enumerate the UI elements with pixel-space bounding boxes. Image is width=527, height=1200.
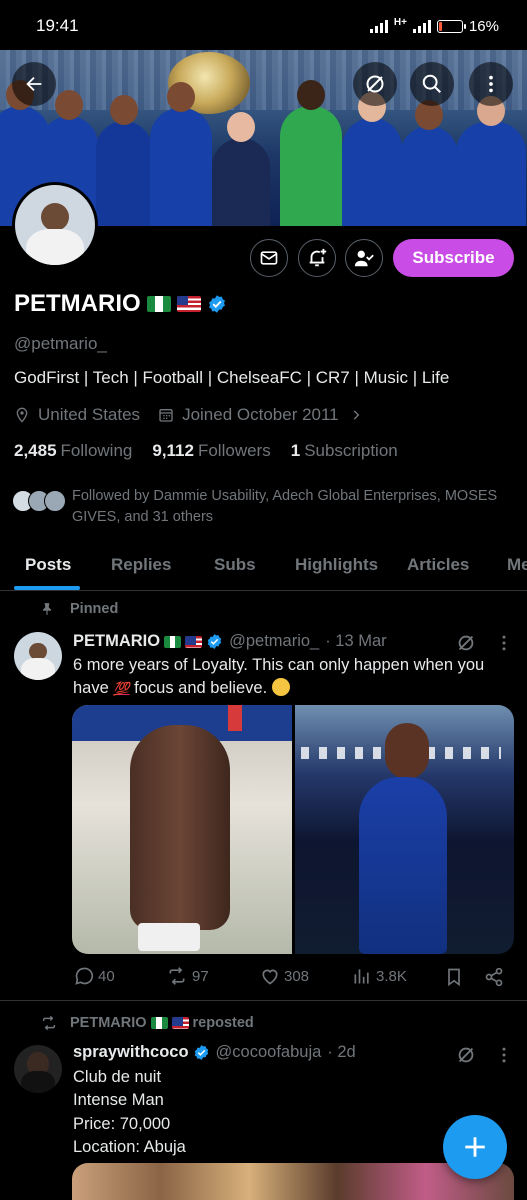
post-media[interactable] — [72, 705, 514, 954]
repost-icon — [42, 1015, 56, 1031]
person-check-icon — [354, 250, 374, 267]
location-pin-icon — [16, 407, 28, 423]
nigeria-flag-icon — [164, 635, 182, 648]
status-time: 19:41 — [36, 16, 79, 35]
follower-avatars — [12, 490, 66, 512]
post-date: · 2d — [327, 1043, 356, 1061]
post-handle: @petmario_ — [229, 632, 320, 650]
network-type: H+ — [393, 16, 407, 28]
usa-flag-icon — [171, 1017, 189, 1029]
pin-icon — [42, 603, 52, 615]
profile-joined: Joined October 2011 — [182, 405, 339, 424]
tab-media[interactable]: Me — [507, 555, 527, 575]
grok-button[interactable] — [353, 62, 397, 106]
status-bar: 19:41 H+ 16% — [0, 0, 527, 52]
tab-highlights[interactable]: Highlights — [295, 555, 378, 575]
grok-icon[interactable] — [455, 632, 477, 654]
hundred-points-emoji: 💯 — [113, 681, 130, 697]
like-button[interactable]: 308 — [260, 966, 309, 986]
more-options-button[interactable] — [469, 62, 513, 106]
views-button[interactable]: 3.8K — [352, 966, 407, 986]
grok-icon[interactable] — [455, 1044, 477, 1066]
search-icon — [422, 74, 441, 93]
profile-name: PETMARIO — [14, 290, 227, 318]
tab-subs[interactable]: Subs — [214, 555, 256, 575]
post-header: spraywithcoco @cocoofabuja · 2d — [73, 1043, 356, 1062]
arrow-left-icon — [26, 76, 42, 92]
tab-posts[interactable]: Posts — [25, 555, 71, 575]
post-handle: @cocoofabuja — [215, 1043, 322, 1061]
bell-plus-icon — [309, 248, 327, 267]
profile-counts: 2,485 Following 9,112 Followers 1 Subscript… — [14, 441, 398, 461]
profile-meta: United States Joined October 2011 — [14, 405, 363, 425]
subscriptions-link[interactable]: 1 Subscription — [291, 441, 398, 461]
profile-tabs: Posts Replies Subs Highlights Articles M… — [0, 545, 527, 591]
followers-link[interactable]: 9,112 Followers — [152, 441, 270, 461]
signal-icon — [369, 19, 388, 33]
repost-context-suffix: reposted — [192, 1015, 254, 1031]
compose-button[interactable] — [443, 1115, 507, 1179]
battery-icon — [436, 19, 466, 33]
nigeria-flag-icon — [146, 296, 171, 312]
repost-icon — [169, 967, 185, 985]
pinned-label: Pinned — [40, 601, 118, 617]
usa-flag-icon — [185, 635, 203, 648]
profile-location: United States — [38, 405, 141, 424]
salute-emoji-icon — [271, 678, 290, 697]
envelope-icon — [260, 251, 278, 265]
post-author[interactable]: spraywithcoco — [73, 1043, 189, 1062]
post-actions: 40 97 308 3.8K — [74, 966, 514, 990]
post-avatar[interactable] — [14, 632, 62, 680]
repost-context: PETMARIO reposted — [40, 1015, 254, 1031]
more-vertical-icon[interactable] — [494, 633, 514, 653]
post-header: PETMARIO @petmario_ · 13 Mar — [73, 632, 387, 651]
tab-replies[interactable]: Replies — [111, 555, 171, 575]
reply-button[interactable]: 40 — [74, 966, 115, 986]
heart-icon — [262, 969, 278, 985]
post-media[interactable] — [72, 1163, 514, 1200]
active-tab-indicator — [14, 586, 80, 590]
usa-flag-icon — [176, 296, 201, 312]
back-button[interactable] — [12, 62, 56, 106]
following-button[interactable] — [345, 239, 383, 277]
media-image-left[interactable] — [72, 705, 292, 954]
signal-icon-2 — [412, 19, 431, 33]
post-divider — [0, 1000, 527, 1001]
media-image-right[interactable] — [294, 705, 514, 954]
views-chart-icon — [354, 969, 369, 984]
post-text: Club de nuit Intense Man Price: 70,000 L… — [73, 1068, 186, 1157]
chevron-right-icon[interactable] — [349, 408, 363, 422]
tab-articles[interactable]: Articles — [407, 555, 469, 575]
reply-icon — [75, 967, 94, 985]
share-icon[interactable] — [484, 967, 504, 987]
verified-badge-icon — [207, 634, 222, 649]
followed-by-text: Followed by Dammie Usability, Adech Glob… — [72, 488, 498, 526]
profile-handle: @petmario_ — [14, 334, 107, 353]
repost-button[interactable]: 97 — [166, 966, 209, 986]
post-avatar[interactable] — [14, 1045, 62, 1093]
bookmark-icon[interactable] — [444, 967, 464, 987]
post-author[interactable]: PETMARIO — [73, 632, 160, 651]
notify-button[interactable] — [298, 239, 336, 277]
calendar-icon — [159, 409, 173, 422]
more-vertical-icon — [489, 75, 493, 93]
grok-icon — [366, 75, 384, 93]
nigeria-flag-icon — [150, 1017, 168, 1029]
message-button[interactable] — [250, 239, 288, 277]
followed-by[interactable]: Followed by Dammie Usability, Adech Glob… — [12, 486, 522, 528]
more-vertical-icon[interactable] — [494, 1045, 514, 1065]
profile-bio: GodFirst | Tech | Football | ChelseaFC |… — [14, 368, 450, 387]
verified-badge-icon — [208, 295, 225, 313]
verified-badge-icon — [194, 1045, 208, 1060]
following-link[interactable]: 2,485 Following — [14, 441, 132, 461]
subscribe-button[interactable]: Subscribe — [393, 239, 514, 277]
repost-context-name[interactable]: PETMARIO — [70, 1015, 147, 1031]
search-button[interactable] — [410, 62, 454, 106]
plus-icon — [465, 1137, 485, 1157]
battery-percent: 16% — [468, 17, 499, 35]
profile-avatar[interactable] — [12, 182, 98, 268]
post-date: · 13 Mar — [325, 632, 387, 650]
post-text: 6 more years of Loyalty. This can only h… — [73, 656, 485, 698]
